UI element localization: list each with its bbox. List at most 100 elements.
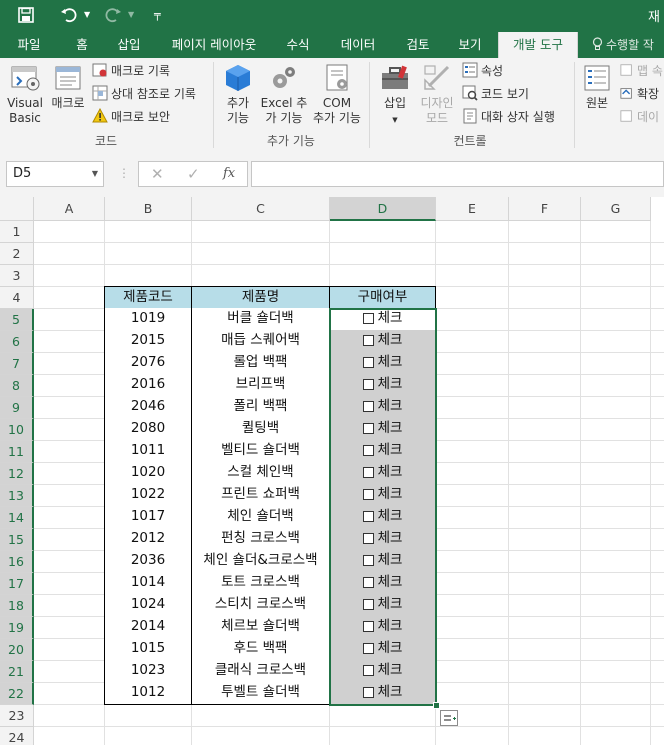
product-name-cell[interactable]: 투벨트 숄더백 [191, 682, 330, 705]
product-code-cell[interactable]: 1012 [104, 682, 192, 705]
purchase-check-cell[interactable]: 체크 [329, 594, 436, 617]
checkbox-control[interactable] [362, 489, 374, 500]
product-name-cell[interactable]: 스티치 크로스백 [191, 594, 330, 617]
product-name-cell[interactable]: 펀칭 크로스백 [191, 528, 330, 551]
purchase-check-cell[interactable]: 체크 [329, 572, 436, 595]
column-header-f[interactable]: F [509, 197, 581, 221]
row-header-15[interactable]: 15 [0, 529, 34, 551]
map-properties-button[interactable]: 맵 속 [620, 62, 663, 80]
row-header-10[interactable]: 10 [0, 419, 34, 441]
product-name-cell[interactable]: 토트 크로스백 [191, 572, 330, 595]
row-header-5[interactable]: 5 [0, 309, 34, 331]
column-header-a[interactable]: A [34, 197, 105, 221]
checkbox-control[interactable] [362, 533, 374, 544]
purchase-check-cell[interactable]: 체크 [329, 396, 436, 419]
product-name-cell[interactable]: 스컬 체인백 [191, 462, 330, 485]
product-code-cell[interactable]: 1011 [104, 440, 192, 463]
purchase-check-cell[interactable]: 체크 [329, 418, 436, 441]
row-header-16[interactable]: 16 [0, 551, 34, 573]
row-header-1[interactable]: 1 [0, 221, 34, 243]
macros-button[interactable]: 매크로 [48, 62, 88, 111]
tab-review[interactable]: 검토 [396, 32, 440, 58]
name-box[interactable]: D5 ▼ [6, 161, 104, 187]
checkbox-control[interactable] [362, 313, 374, 324]
expansion-packs-button[interactable]: 확장 [620, 85, 659, 103]
table-header-cell[interactable]: 제품코드 [104, 286, 192, 309]
checkbox-control[interactable] [362, 357, 374, 368]
purchase-check-cell[interactable]: 체크 [329, 330, 436, 353]
table-header-cell[interactable]: 구매여부 [329, 286, 436, 309]
column-header-b[interactable]: B [105, 197, 192, 221]
product-name-cell[interactable]: 벨티드 숄더백 [191, 440, 330, 463]
purchase-check-cell[interactable]: 체크 [329, 374, 436, 397]
tab-formulas[interactable]: 수식 [276, 32, 320, 58]
product-name-cell[interactable]: 롤업 백팩 [191, 352, 330, 375]
tab-data[interactable]: 데이터 [330, 32, 386, 58]
product-code-cell[interactable]: 2015 [104, 330, 192, 353]
product-code-cell[interactable]: 1024 [104, 594, 192, 617]
chevron-down-icon[interactable]: ▼ [92, 162, 98, 186]
product-code-cell[interactable]: 2076 [104, 352, 192, 375]
purchase-check-cell[interactable]: 체크 [329, 484, 436, 507]
product-name-cell[interactable]: 후드 백팩 [191, 638, 330, 661]
checkbox-control[interactable] [362, 511, 374, 522]
product-name-cell[interactable]: 체인 숄더백 [191, 506, 330, 529]
product-name-cell[interactable]: 버클 숄더백 [191, 308, 330, 331]
row-header-13[interactable]: 13 [0, 485, 34, 507]
column-header-c[interactable]: C [192, 197, 330, 221]
checkbox-control[interactable] [362, 643, 374, 654]
row-header-3[interactable]: 3 [0, 265, 34, 287]
row-header-11[interactable]: 11 [0, 441, 34, 463]
purchase-check-cell[interactable]: 체크 [329, 616, 436, 639]
row-header-22[interactable]: 22 [0, 683, 34, 705]
row-header-8[interactable]: 8 [0, 375, 34, 397]
tell-me-search[interactable]: 수행할 작 [592, 32, 654, 58]
run-dialog-button[interactable]: 대화 상자 실행 [462, 108, 555, 126]
tab-file[interactable]: 파일 [6, 32, 52, 58]
column-header-e[interactable]: E [436, 197, 509, 221]
tab-home[interactable]: 홈 [62, 32, 102, 58]
checkbox-control[interactable] [362, 621, 374, 632]
row-header-6[interactable]: 6 [0, 331, 34, 353]
excel-add-ins-button[interactable]: Excel 추 가 기능 [259, 62, 309, 126]
formula-input[interactable] [251, 161, 664, 187]
product-code-cell[interactable]: 1017 [104, 506, 192, 529]
macro-security-button[interactable]: 매크로 보안 [92, 108, 170, 126]
view-code-button[interactable]: 코드 보기 [462, 85, 529, 103]
product-code-cell[interactable]: 2016 [104, 374, 192, 397]
customize-quick-access-icon[interactable]: ╤ [154, 5, 161, 25]
design-mode-button[interactable]: 디자인 모드 [416, 62, 458, 126]
visual-basic-button[interactable]: Visual Basic [4, 62, 46, 126]
enter-icon[interactable]: ✓ [187, 165, 200, 183]
checkbox-control[interactable] [362, 599, 374, 610]
fill-handle[interactable] [433, 702, 440, 709]
tab-view[interactable]: 보기 [448, 32, 492, 58]
row-header-2[interactable]: 2 [0, 243, 34, 265]
purchase-check-cell[interactable]: 체크 [329, 352, 436, 375]
product-code-cell[interactable]: 2080 [104, 418, 192, 441]
properties-button[interactable]: 속성 [462, 62, 503, 80]
product-name-cell[interactable]: 퀼팅백 [191, 418, 330, 441]
purchase-check-cell[interactable]: 체크 [329, 638, 436, 661]
row-header-17[interactable]: 17 [0, 573, 34, 595]
row-header-7[interactable]: 7 [0, 353, 34, 375]
select-all-corner[interactable] [0, 197, 34, 221]
product-name-cell[interactable]: 브리프백 [191, 374, 330, 397]
column-header-g[interactable]: G [581, 197, 651, 221]
product-name-cell[interactable]: 매듭 스퀘어백 [191, 330, 330, 353]
row-header-4[interactable]: 4 [0, 287, 34, 309]
quick-analysis-icon[interactable] [440, 710, 458, 726]
checkbox-control[interactable] [362, 423, 374, 434]
row-header-12[interactable]: 12 [0, 463, 34, 485]
product-code-cell[interactable]: 2036 [104, 550, 192, 573]
product-code-cell[interactable]: 1020 [104, 462, 192, 485]
product-code-cell[interactable]: 1019 [104, 308, 192, 331]
product-code-cell[interactable]: 1015 [104, 638, 192, 661]
product-code-cell[interactable]: 2014 [104, 616, 192, 639]
tab-developer[interactable]: 개발 도구 [498, 32, 578, 58]
insert-function-icon[interactable]: fx [223, 166, 235, 181]
cancel-icon[interactable]: ✕ [151, 165, 164, 183]
purchase-check-cell[interactable]: 체크 [329, 660, 436, 683]
checkbox-control[interactable] [362, 555, 374, 566]
row-header-24[interactable]: 24 [0, 727, 34, 745]
